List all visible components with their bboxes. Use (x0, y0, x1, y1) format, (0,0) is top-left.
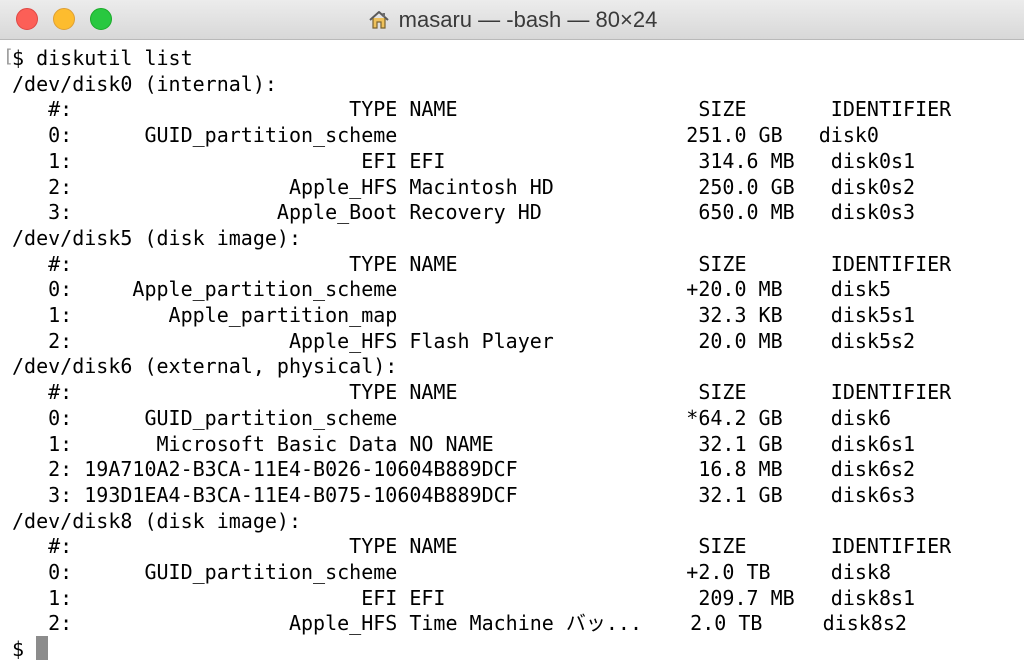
terminal-line: 2: 19A710A2-B3CA-11E4-B026-10604B889DCF … (12, 457, 916, 482)
terminal-line: 2: Apple_HFS Macintosh HD 250.0 GB disk0… (12, 174, 916, 199)
terminal-line: $ (12, 637, 37, 662)
terminal-line: /dev/disk8 (disk image): (12, 508, 301, 533)
terminal-line: 0: GUID_partition_scheme 251.0 GB disk0 (12, 123, 879, 148)
terminal-line: /dev/disk0 (internal): (12, 71, 277, 96)
terminal-line: #: TYPE NAME SIZE IDENTIFIER (12, 380, 952, 405)
terminal-line: 3: Apple_Boot Recovery HD 650.0 MB disk0… (12, 200, 916, 225)
terminal-line: 2: Apple_HFS Flash Player 20.0 MB disk5s… (12, 328, 916, 353)
terminal-line: 1: EFI EFI 314.6 MB disk0s1 (12, 148, 916, 173)
terminal-line: 1: EFI EFI 209.7 MB disk8s1 (12, 585, 916, 610)
terminal-line: 1: Apple_partition_map 32.3 KB disk5s1 (12, 303, 916, 327)
terminal-line: #: TYPE NAME SIZE IDENTIFIER (12, 251, 952, 276)
terminal-line: 1: Microsoft Basic Data NO NAME 32.1 GB … (12, 431, 916, 456)
terminal-line: $ diskutil list (12, 46, 193, 70)
terminal-line: /dev/disk6 (external, physical): (12, 354, 398, 379)
terminal-line: 0: GUID_partition_scheme *64.2 GB disk6 (12, 405, 891, 430)
terminal-window: masaru — -bash — 80×24 [ $ diskutil list… (0, 0, 1024, 668)
window-title: masaru — -bash — 80×24 (0, 0, 1024, 39)
terminal-line: 0: GUID_partition_scheme +2.0 TB disk8 (12, 560, 891, 584)
terminal-line: #: TYPE NAME SIZE IDENTIFIER (12, 534, 952, 559)
terminal-line: 3: 193D1EA4-B3CA-11E4-B075-10604B889DCF … (12, 482, 916, 507)
home-icon (367, 8, 391, 32)
terminal-line: #: TYPE NAME SIZE IDENTIFIER (12, 97, 952, 122)
window-title-text: masaru — -bash — 80×24 (398, 6, 658, 32)
terminal-line: 0: Apple_partition_scheme +20.0 MB disk5 (12, 277, 891, 302)
terminal-line: /dev/disk5 (disk image): (12, 225, 301, 250)
title-bar[interactable]: masaru — -bash — 80×24 (0, 0, 1024, 40)
terminal-line: 2: Apple_HFS Time Machine バッ... 2.0 TB d… (12, 611, 907, 636)
terminal-cursor (36, 636, 48, 660)
